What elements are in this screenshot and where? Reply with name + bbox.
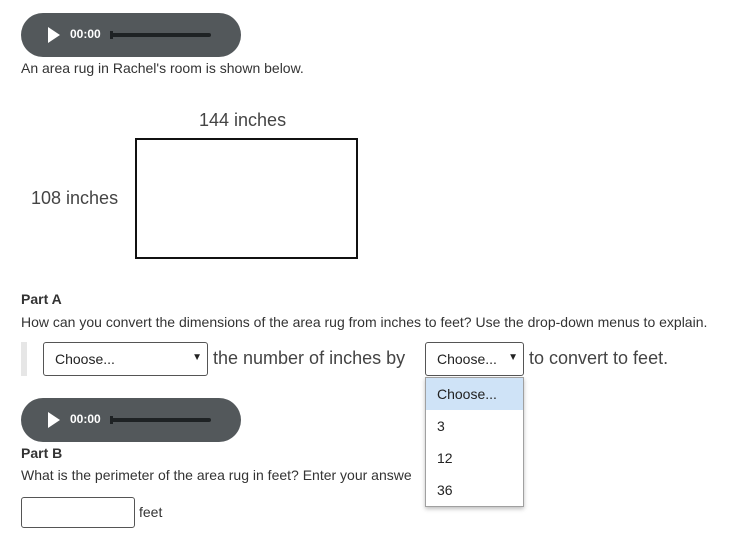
audio-time: 00:00 — [70, 27, 101, 41]
divisor-select[interactable]: Choose... ▼ — [425, 342, 524, 376]
audio-progress-thumb[interactable] — [110, 416, 113, 424]
dropdown-option[interactable]: Choose... — [426, 378, 523, 410]
perimeter-answer-input[interactable] — [21, 497, 135, 528]
audio-progress-thumb[interactable] — [110, 31, 113, 39]
part-b-heading: Part B — [21, 445, 63, 461]
divisor-dropdown-list: Choose... 3 12 36 — [425, 377, 524, 507]
divisor-select-value: Choose... — [437, 351, 497, 367]
play-icon[interactable] — [48, 27, 60, 43]
part-a-heading: Part A — [21, 291, 62, 307]
play-icon[interactable] — [48, 412, 60, 428]
height-label: 108 inches — [31, 188, 119, 208]
operation-select[interactable]: Choose... ▼ — [43, 342, 208, 376]
intro-text: An area rug in Rachel's room is shown be… — [21, 60, 304, 76]
unit-label: feet — [139, 504, 163, 520]
audio-time: 00:00 — [70, 412, 101, 426]
dropdown-option[interactable]: 36 — [426, 474, 523, 506]
dropdown-option[interactable]: 12 — [426, 442, 523, 474]
audio-player[interactable]: 00:00 — [21, 398, 241, 442]
part-a-question: How can you convert the dimensions of th… — [21, 314, 708, 330]
chevron-down-icon: ▼ — [192, 352, 202, 363]
audio-player[interactable]: 00:00 — [21, 13, 241, 57]
operation-select-value: Choose... — [55, 351, 115, 367]
width-label: 144 inches — [199, 110, 287, 130]
audio-progress-track[interactable] — [111, 418, 211, 422]
response-bar — [21, 342, 27, 376]
chevron-down-icon: ▼ — [508, 352, 518, 363]
sentence-text-2: to convert to feet. — [529, 348, 669, 368]
rug-rectangle — [135, 138, 358, 259]
sentence-text-1: the number of inches by — [213, 348, 406, 368]
audio-progress-track[interactable] — [111, 33, 211, 37]
dropdown-option[interactable]: 3 — [426, 410, 523, 442]
part-b-question: What is the perimeter of the area rug in… — [21, 467, 412, 483]
